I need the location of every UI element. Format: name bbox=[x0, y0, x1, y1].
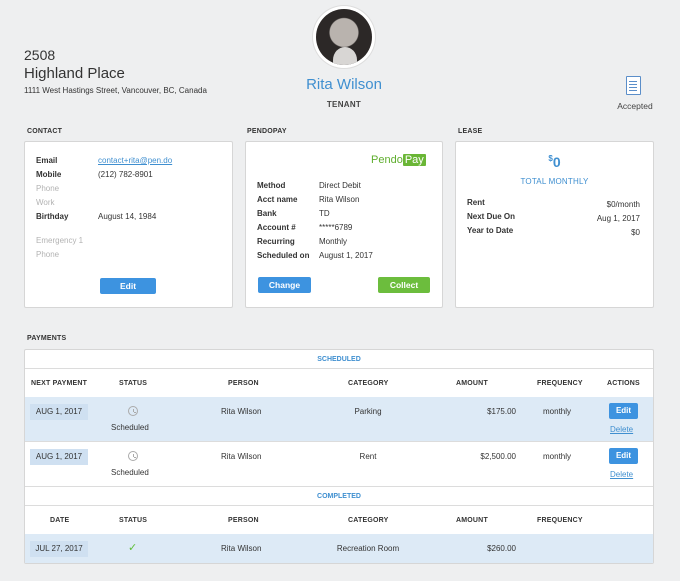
col-person: PERSON bbox=[228, 517, 259, 524]
pendopay-recurring-value: Monthly bbox=[319, 237, 348, 246]
col-next-payment: NEXT PAYMENT bbox=[31, 380, 88, 387]
pendopay-acctname-label: Acct name bbox=[257, 195, 298, 204]
pendopay-account-label: Account # bbox=[257, 223, 296, 232]
payment-amount: $175.00 bbox=[487, 407, 516, 416]
payment-delete-link[interactable]: Delete bbox=[610, 425, 633, 434]
table-row bbox=[25, 397, 653, 441]
clock-icon bbox=[128, 451, 138, 461]
payments-section-label: PAYMENTS bbox=[27, 335, 67, 342]
scheduled-group-title: SCHEDULED bbox=[317, 356, 361, 363]
payment-category: Recreation Room bbox=[336, 544, 400, 553]
completed-group-title: COMPLETED bbox=[317, 493, 361, 500]
pendopay-method-value: Direct Debit bbox=[319, 181, 361, 190]
col-actions: ACTIONS bbox=[607, 380, 640, 387]
payment-amount: $2,500.00 bbox=[480, 452, 516, 461]
tenant-avatar bbox=[313, 6, 375, 68]
payment-person: Rita Wilson bbox=[221, 407, 262, 416]
pendopay-section-label: PENDOPAY bbox=[247, 128, 287, 135]
pendopay-collect-button[interactable]: Collect bbox=[378, 277, 430, 293]
property-address: 1111 West Hastings Street, Vancouver, BC… bbox=[24, 86, 207, 95]
payment-frequency: monthly bbox=[543, 452, 572, 461]
contact-email-label: Email bbox=[36, 156, 58, 165]
contact-birthday-value: August 14, 1984 bbox=[98, 212, 157, 221]
col-frequency: FREQUENCY bbox=[537, 517, 583, 524]
pendopay-scheduled-value: August 1, 2017 bbox=[319, 251, 373, 260]
contact-section-label: CONTACT bbox=[27, 128, 63, 135]
payment-amount: $260.00 bbox=[487, 544, 516, 553]
pendopay-logo: Pendo Pay bbox=[371, 154, 426, 166]
lease-section-label: LEASE bbox=[458, 128, 483, 135]
pendopay-change-button[interactable]: Change bbox=[258, 277, 311, 293]
lease-total-amount: $0 bbox=[548, 154, 561, 170]
pendopay-scheduled-label: Scheduled on bbox=[257, 251, 310, 260]
document-status: Accepted bbox=[617, 101, 653, 111]
emergency-phone-label: Phone bbox=[36, 250, 60, 259]
pendopay-acctname-value: Rita Wilson bbox=[319, 195, 360, 204]
payment-edit-button[interactable]: Edit bbox=[609, 403, 638, 419]
street-name: Highland Place bbox=[24, 65, 125, 82]
unit-number: 2508 bbox=[24, 47, 56, 63]
lease-nextdue-value: Aug 1, 2017 bbox=[596, 214, 640, 223]
document-icon[interactable] bbox=[626, 76, 641, 95]
pendopay-bank-value: TD bbox=[319, 209, 330, 218]
pendopay-account-value: *****6789 bbox=[319, 223, 353, 232]
tenant-role: TENANT bbox=[326, 100, 362, 109]
payment-edit-button[interactable]: Edit bbox=[609, 448, 638, 464]
col-frequency: FREQUENCY bbox=[537, 380, 583, 387]
lease-rent-value: $0/month bbox=[606, 200, 640, 209]
col-status: STATUS bbox=[119, 380, 148, 387]
contact-email-link[interactable]: contact+rita@pen.do bbox=[98, 156, 172, 165]
payment-category: Rent bbox=[359, 452, 377, 461]
contact-mobile-label: Mobile bbox=[36, 170, 62, 179]
tenant-name[interactable]: Rita Wilson bbox=[240, 76, 448, 93]
contact-birthday-label: Birthday bbox=[36, 212, 69, 221]
payment-delete-link[interactable]: Delete bbox=[610, 470, 633, 479]
payment-date: JUL 27, 2017 bbox=[30, 541, 88, 557]
payment-date: AUG 1, 2017 bbox=[30, 404, 88, 420]
contact-edit-button[interactable]: Edit bbox=[100, 278, 156, 294]
contact-mobile-value: (212) 782-8901 bbox=[98, 170, 153, 179]
lease-ytd-label: Year to Date bbox=[467, 226, 514, 235]
col-amount: AMOUNT bbox=[456, 380, 488, 387]
emergency-contact-label: Emergency 1 bbox=[36, 236, 84, 245]
clock-icon bbox=[128, 406, 138, 416]
col-amount: AMOUNT bbox=[456, 517, 488, 524]
col-date: DATE bbox=[50, 517, 70, 524]
contact-work-label: Work bbox=[36, 198, 55, 207]
payment-frequency: monthly bbox=[543, 407, 572, 416]
col-category: CATEGORY bbox=[348, 380, 389, 387]
lease-rent-label: Rent bbox=[467, 198, 485, 207]
pendopay-recurring-label: Recurring bbox=[257, 237, 295, 246]
payment-status: Scheduled bbox=[111, 423, 149, 432]
payment-category: Parking bbox=[354, 407, 382, 416]
pendopay-bank-label: Bank bbox=[257, 209, 277, 218]
check-icon: ✓ bbox=[128, 542, 138, 554]
lease-total-label: TOTAL MONTHLY bbox=[520, 177, 589, 186]
payment-person: Rita Wilson bbox=[221, 452, 262, 461]
contact-phone-label: Phone bbox=[36, 184, 60, 193]
lease-nextdue-label: Next Due On bbox=[467, 212, 516, 221]
payment-person: Rita Wilson bbox=[221, 544, 262, 553]
payment-status: Scheduled bbox=[111, 468, 149, 477]
lease-ytd-value: $0 bbox=[631, 228, 640, 237]
col-person: PERSON bbox=[228, 380, 259, 387]
payment-date: AUG 1, 2017 bbox=[30, 449, 88, 465]
col-status: STATUS bbox=[119, 517, 148, 524]
col-category: CATEGORY bbox=[348, 517, 389, 524]
pendopay-method-label: Method bbox=[257, 181, 286, 190]
